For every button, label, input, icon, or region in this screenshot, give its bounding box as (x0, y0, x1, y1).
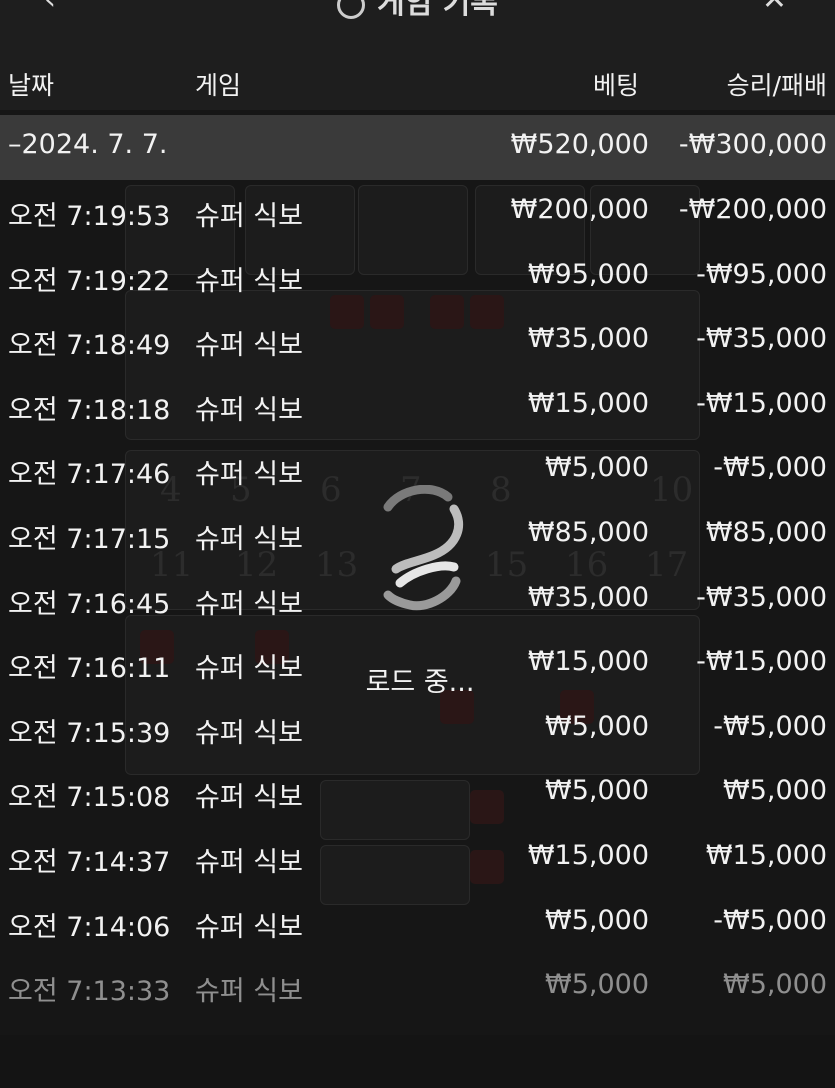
row-time: 오전 7:18:49 (8, 330, 171, 362)
table-row[interactable]: 오전 7:18:49 슈퍼 식보 ₩35,000 -₩35,000 (0, 309, 835, 374)
table-row[interactable]: 오전 7:15:39 슈퍼 식보 ₩5,000 -₩5,000 (0, 697, 835, 762)
row-game: 슈퍼 식보 (195, 394, 303, 426)
row-game: 슈퍼 식보 (195, 588, 303, 620)
summary-date: –2024. 7. 7. (8, 129, 168, 160)
close-icon[interactable]: ✕ (762, 0, 787, 17)
summary-win-loss: -₩300,000 (678, 129, 827, 160)
row-game: 슈퍼 식보 (195, 265, 303, 297)
row-win-loss: -₩35,000 (696, 323, 827, 355)
row-win-loss: -₩15,000 (696, 387, 827, 419)
row-bet: ₩5,000 (545, 452, 649, 484)
row-time: 오전 7:15:08 (8, 782, 171, 814)
row-time: 오전 7:13:33 (8, 976, 171, 1008)
row-time: 오전 7:18:18 (8, 394, 171, 426)
page-title-text: 게임 기록 (377, 0, 498, 21)
row-bet: ₩5,000 (545, 775, 649, 807)
row-time: 오전 7:19:53 (8, 201, 171, 232)
row-game: 슈퍼 식보 (195, 846, 303, 878)
row-bet: ₩200,000 (510, 194, 649, 225)
row-time: 오전 7:19:22 (8, 265, 171, 297)
table-row[interactable]: 오전 7:19:22 슈퍼 식보 ₩95,000 -₩95,000 (0, 245, 835, 310)
row-bet: ₩15,000 (527, 387, 649, 419)
row-win-loss: ₩5,000 (723, 969, 827, 1001)
row-bet: ₩35,000 (527, 323, 649, 355)
loading-spinner-icon (383, 485, 464, 611)
column-header-win-loss: 승리/패배 (726, 71, 827, 100)
row-time: 오전 7:16:11 (8, 653, 171, 685)
table-row[interactable]: 오전 7:18:18 슈퍼 식보 ₩15,000 -₩15,000 (0, 374, 835, 439)
column-header-date: 날짜 (8, 71, 55, 100)
row-win-loss: -₩5,000 (713, 904, 827, 936)
row-win-loss: ₩15,000 (705, 839, 827, 871)
background-footer (0, 1035, 835, 1088)
row-win-loss: -₩200,000 (678, 194, 827, 225)
row-time: 오전 7:16:45 (8, 588, 171, 620)
table-row[interactable]: 오전 7:19:53 슈퍼 식보 ₩200,000 -₩200,000 (0, 180, 835, 245)
row-time: 오전 7:17:15 (8, 523, 171, 555)
table-row[interactable]: 오전 7:15:08 슈퍼 식보 ₩5,000 ₩5,000 (0, 761, 835, 826)
row-game: 슈퍼 식보 (195, 201, 303, 232)
loading-text: 로드 중... (365, 667, 475, 698)
row-game: 슈퍼 식보 (195, 976, 303, 1008)
row-bet: ₩35,000 (527, 581, 649, 613)
row-bet: ₩15,000 (527, 646, 649, 678)
table-header: 날짜 게임 베팅 승리/패배 (0, 58, 835, 106)
row-win-loss: -₩5,000 (713, 452, 827, 484)
table-row[interactable]: 오전 7:14:37 슈퍼 식보 ₩15,000 ₩15,000 (0, 826, 835, 891)
row-game: 슈퍼 식보 (195, 330, 303, 362)
row-game: 슈퍼 식보 (195, 782, 303, 814)
row-time: 오전 7:17:46 (8, 459, 171, 491)
row-game: 슈퍼 식보 (195, 523, 303, 555)
row-win-loss: -₩5,000 (713, 710, 827, 742)
row-game: 슈퍼 식보 (195, 653, 303, 685)
row-time: 오전 7:14:06 (8, 911, 171, 943)
history-icon (337, 0, 366, 19)
row-win-loss: ₩5,000 (723, 775, 827, 807)
row-game: 슈퍼 식보 (195, 459, 303, 491)
row-win-loss: -₩15,000 (696, 646, 827, 678)
row-game: 슈퍼 식보 (195, 911, 303, 943)
row-bet: ₩5,000 (545, 904, 649, 936)
row-bet: ₩85,000 (527, 516, 649, 548)
row-bet: ₩5,000 (545, 710, 649, 742)
column-header-game: 게임 (195, 71, 242, 100)
date-summary-row[interactable]: –2024. 7. 7. ₩520,000 -₩300,000 (0, 115, 835, 180)
row-bet: ₩5,000 (545, 969, 649, 1001)
table-row[interactable]: 오전 7:13:33 슈퍼 식보 ₩5,000 ₩5,000 (0, 955, 835, 1020)
column-header-bet: 베팅 (592, 71, 639, 100)
row-win-loss: ₩85,000 (705, 516, 827, 548)
row-time: 오전 7:15:39 (8, 717, 171, 749)
page-title: 게임 기록 (0, 0, 835, 22)
row-time: 오전 7:14:37 (8, 846, 171, 878)
table-row[interactable]: 오전 7:14:06 슈퍼 식보 ₩5,000 -₩5,000 (0, 891, 835, 956)
row-bet: ₩95,000 (527, 258, 649, 290)
loading-indicator: 로드 중... (340, 485, 500, 705)
row-win-loss: -₩95,000 (696, 258, 827, 290)
summary-bet: ₩520,000 (510, 129, 649, 160)
row-game: 슈퍼 식보 (195, 717, 303, 749)
row-win-loss: -₩35,000 (696, 581, 827, 613)
row-bet: ₩15,000 (527, 839, 649, 871)
header-bar: ‹ 게임 기록 ✕ (0, 0, 835, 21)
